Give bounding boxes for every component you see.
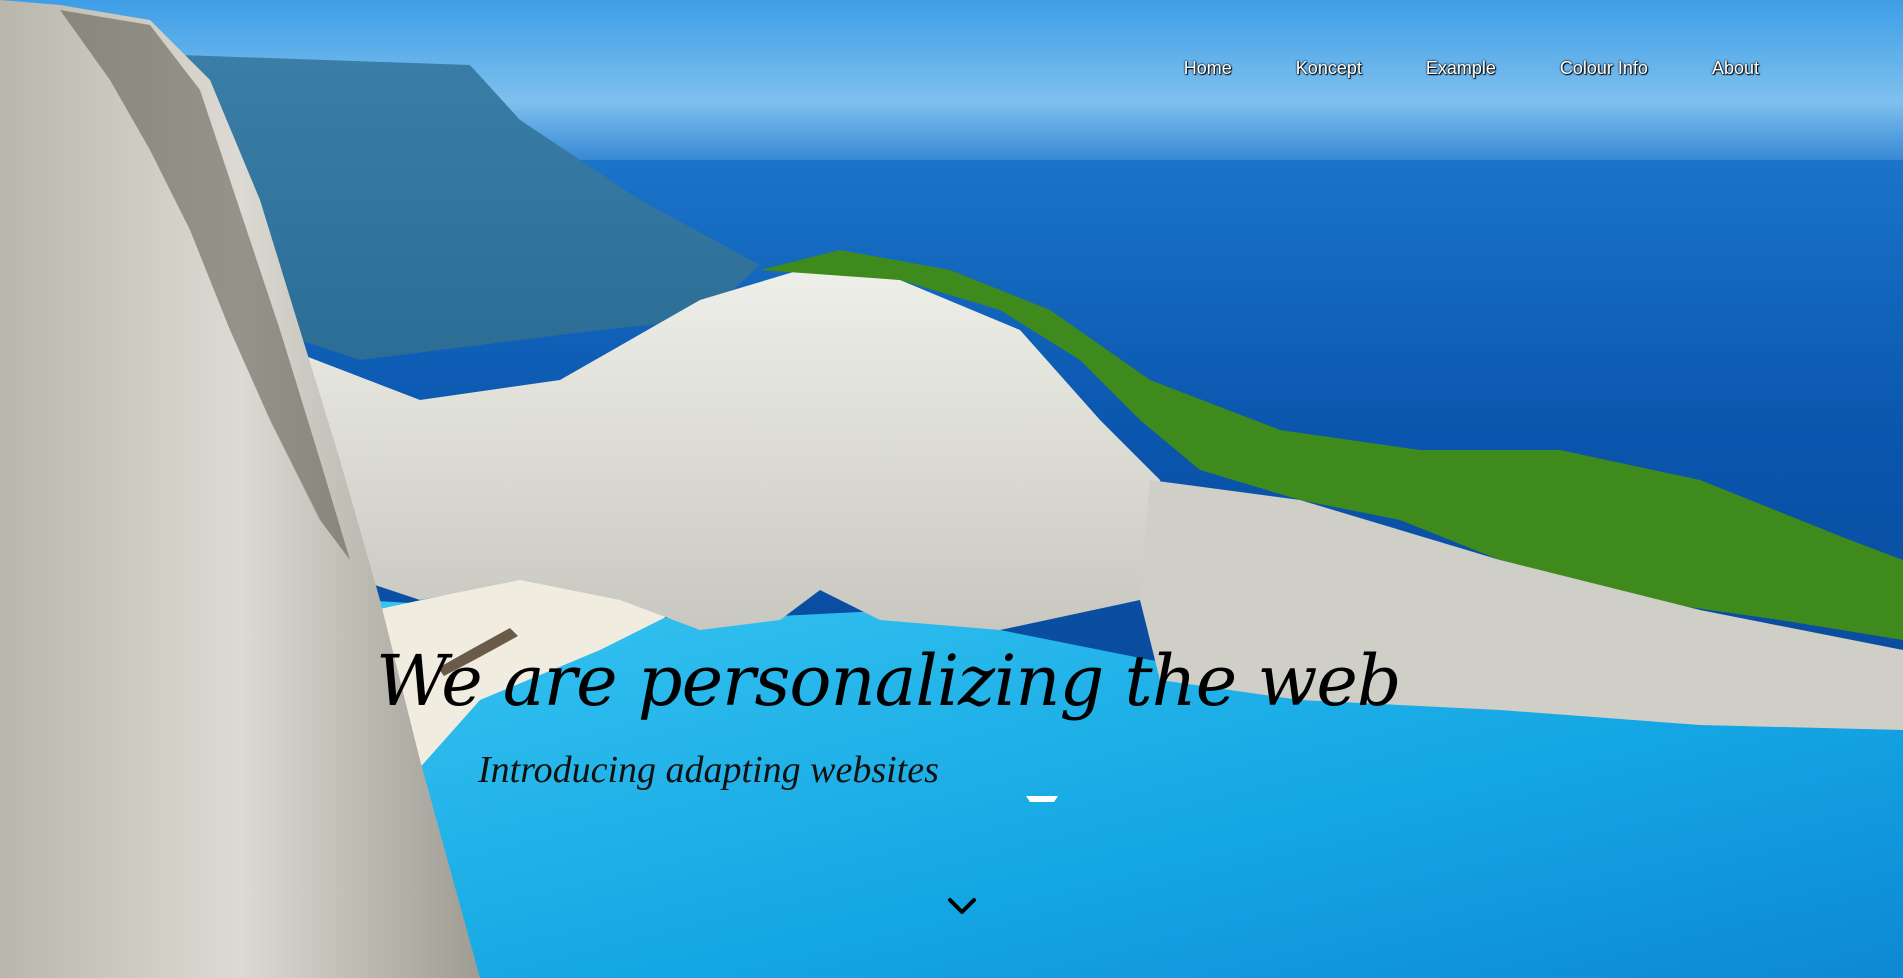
nav-about-link[interactable]: About	[1680, 58, 1791, 79]
hero-subline: Introducing adapting websites	[478, 749, 939, 791]
nav-home-link[interactable]: Home	[1152, 58, 1264, 79]
page: Home Koncept Example Colour Info About W…	[0, 0, 1903, 978]
hero-headline: We are personalizing the web	[376, 640, 1402, 722]
hero-background-image	[0, 0, 1903, 978]
chevron-down-icon[interactable]	[946, 894, 978, 918]
main-navigation: Home Koncept Example Colour Info About	[1152, 58, 1791, 79]
nav-koncept-link[interactable]: Koncept	[1264, 58, 1394, 79]
nav-colour-info-link[interactable]: Colour Info	[1528, 58, 1680, 79]
nav-example-link[interactable]: Example	[1394, 58, 1528, 79]
